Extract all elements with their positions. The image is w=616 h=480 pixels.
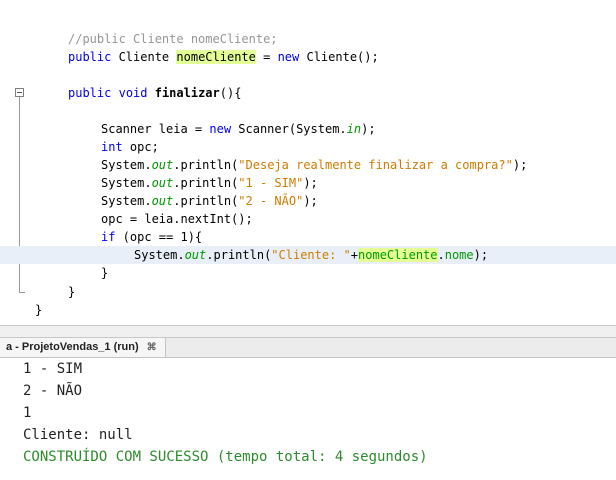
code-line-14-text: } (101, 264, 108, 282)
string-token: "Cliente: " (271, 248, 351, 262)
code-line-7-text: int opc; (101, 138, 159, 156)
code-token: System. (101, 158, 152, 172)
keyword-token: int (101, 140, 123, 154)
code-token: ); (303, 194, 318, 208)
field-token: nomeCliente (176, 50, 256, 64)
code-editor[interactable]: //public Cliente nomeCliente; public Cli… (0, 0, 616, 325)
static-field-token: out (151, 176, 174, 190)
code-line-16: } (0, 301, 616, 319)
code-token: System. (134, 248, 185, 262)
field-token: nomeCliente (358, 248, 438, 262)
code-line-6-text: Scanner leia = new Scanner(System.in); (101, 120, 376, 138)
code-line-10-text: System.out.println("2 - NÃO"); (101, 192, 318, 210)
tab-label: a - ProjetoVendas_1 (run) (6, 341, 139, 353)
output-line: 1 - SIM (23, 361, 83, 377)
code-token: } (68, 285, 76, 299)
code-line-1-text: //public Cliente nomeCliente; (68, 30, 278, 48)
code-token: ); (473, 248, 489, 262)
code-line-11: opc = leia.nextInt(); (0, 210, 616, 228)
code-token: } (101, 266, 109, 280)
keyword-token: public (68, 50, 112, 64)
code-line-15-text: } (68, 283, 75, 301)
code-line-13-current: System.out.println("Cliente: "+nomeClien… (0, 246, 616, 264)
string-token: "Deseja realmente finalizar a compra?" (238, 158, 513, 172)
code-line-12: if (opc == 1){ (0, 228, 616, 246)
code-token: } (35, 303, 43, 317)
code-line-4: public void finalizar(){ (0, 84, 616, 102)
code-line-11-text: opc = leia.nextInt(); (101, 210, 253, 228)
code-token: .println( (173, 194, 239, 208)
keyword-token: new (277, 50, 300, 64)
static-field-token: in (346, 122, 362, 136)
code-token: opc; (122, 140, 159, 154)
comment-token: //public Cliente nomeCliente; (68, 32, 278, 46)
code-line-14: } (0, 264, 616, 282)
code-token: ); (303, 176, 318, 190)
code-line-7: int opc; (0, 138, 616, 156)
method-name-token: finalizar (154, 86, 220, 100)
code-line-15: } (0, 283, 616, 301)
code-line-1: //public Cliente nomeCliente; (0, 30, 616, 48)
code-token: Scanner leia = (101, 122, 210, 136)
build-success-message: CONSTRUÍDO COM SUCESSO (tempo total: 4 s… (23, 449, 428, 465)
code-token: .println( (173, 176, 239, 190)
code-line-6: Scanner leia = new Scanner(System.in); (0, 120, 616, 138)
output-line: 1 (23, 405, 32, 421)
keyword-token: public (68, 86, 112, 100)
static-field-token: out (184, 248, 207, 262)
panel-splitter[interactable] (0, 325, 616, 338)
code-token: + (350, 248, 359, 262)
code-token: .println( (173, 158, 239, 172)
code-line-8-text: System.out.println("Deseja realmente fin… (101, 156, 527, 174)
code-line-2-text: public Cliente nomeCliente = new Cliente… (68, 48, 379, 66)
code-line-4-text: public void finalizar(){ (68, 84, 241, 102)
output-line: 2 - NÃO (23, 383, 83, 399)
code-line-9: System.out.println("1 - SIM"); (0, 174, 616, 192)
code-token: Cliente (111, 50, 177, 64)
code-token: = (255, 50, 278, 64)
code-line-10: System.out.println("2 - NÃO"); (0, 192, 616, 210)
code-token: (){ (219, 86, 242, 100)
output-console[interactable]: 1 - SIM 2 - NÃO 1 Cliente: null CONSTRUÍ… (0, 358, 616, 480)
static-field-token: out (151, 158, 174, 172)
code-token: opc = leia.nextInt(); (101, 212, 253, 226)
code-token: ); (512, 158, 528, 172)
code-token: System. (101, 194, 152, 208)
code-line-8: System.out.println("Deseja realmente fin… (0, 156, 616, 174)
keyword-token: void (118, 86, 148, 100)
field-token: nome (444, 248, 474, 262)
code-line-2: public Cliente nomeCliente = new Cliente… (0, 48, 616, 66)
code-line-9-text: System.out.println("1 - SIM"); (101, 174, 318, 192)
tab-output-run[interactable]: a - ProjetoVendas_1 (run) ⌘ (0, 338, 166, 357)
close-icon[interactable]: ⌘ (147, 338, 157, 357)
keyword-token: if (101, 230, 116, 244)
keyword-token: new (209, 122, 232, 136)
code-token: . (437, 248, 445, 262)
output-tab-strip: a - ProjetoVendas_1 (run) ⌘ (0, 338, 616, 358)
string-token: "2 - NÃO" (238, 194, 304, 208)
code-token: ); (361, 122, 376, 136)
static-field-token: out (151, 194, 174, 208)
output-line: Cliente: null (23, 427, 133, 443)
code-token: .println( (206, 248, 272, 262)
code-token: System. (101, 176, 152, 190)
code-token: Scanner(System. (231, 122, 347, 136)
code-token: Cliente(); (299, 50, 379, 64)
code-token: (opc == 1){ (115, 230, 203, 244)
string-token: "1 - SIM" (238, 176, 304, 190)
code-line-13-text: System.out.println("Cliente: "+nomeClien… (134, 246, 488, 264)
code-line-12-text: if (opc == 1){ (101, 228, 202, 246)
code-line-16-text: } (35, 301, 42, 319)
